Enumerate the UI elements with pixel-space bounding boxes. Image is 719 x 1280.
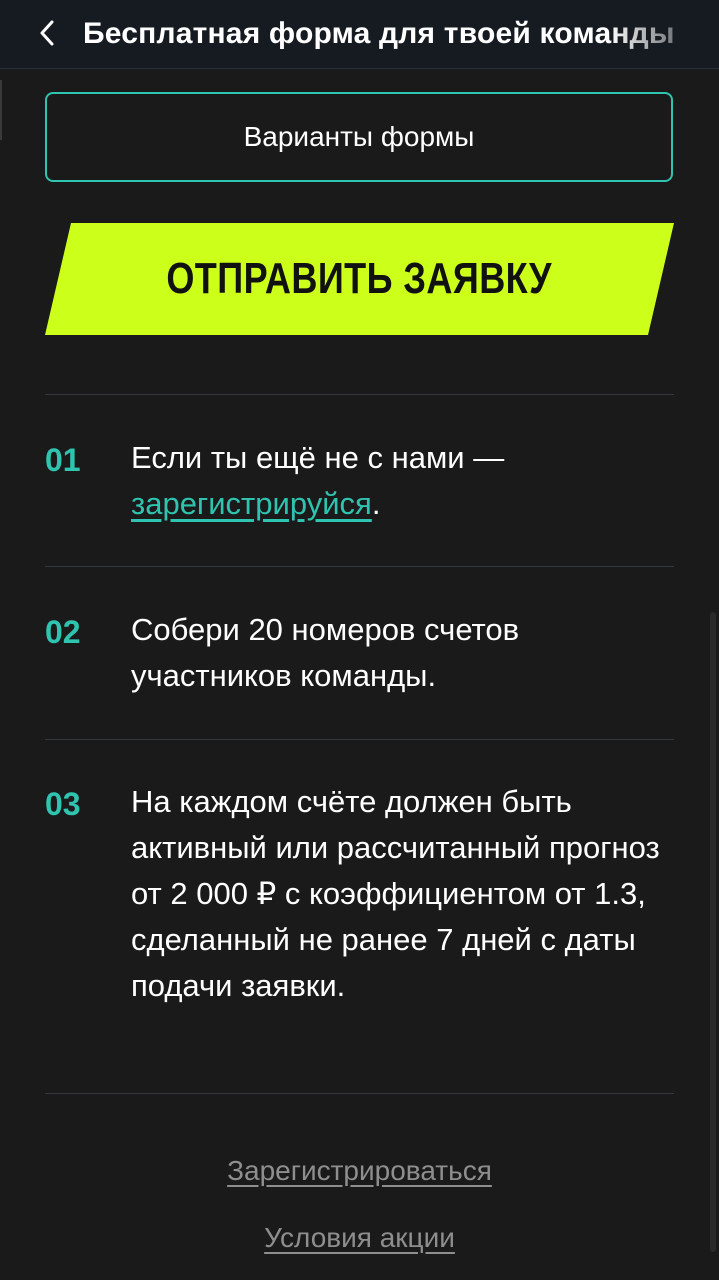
step-text-before: Если ты ещё не с нами —: [131, 440, 505, 475]
form-variants-button[interactable]: Варианты формы: [45, 92, 673, 182]
divider: [45, 739, 674, 740]
step-number: 01: [45, 442, 81, 478]
top-bar: Бесплатная форма для твоей команды: [0, 0, 719, 69]
chevron-left-icon: [40, 20, 54, 46]
register-inline-link[interactable]: зарегистрируйся: [131, 486, 372, 521]
promo-terms-link[interactable]: Условия акции: [0, 1222, 719, 1254]
register-link[interactable]: Зарегистрироваться: [0, 1155, 719, 1187]
submit-application-button[interactable]: ОТПРАВИТЬ ЗАЯВКУ: [45, 223, 674, 335]
step-number: 02: [45, 614, 81, 650]
submit-button-label: ОТПРАВИТЬ ЗАЯВКУ: [166, 254, 553, 303]
step-number: 03: [45, 786, 81, 822]
step-text: На каждом счёте должен быть активный или…: [131, 784, 660, 1003]
back-button[interactable]: [34, 16, 60, 50]
title-fade: [609, 0, 719, 68]
divider: [45, 566, 674, 567]
divider: [45, 394, 674, 395]
divider: [45, 1093, 674, 1094]
step-text: Собери 20 номеров счетов участников кома…: [131, 612, 520, 693]
scrollbar[interactable]: [710, 612, 716, 1252]
edge-marker: [0, 80, 2, 140]
step-text: Если ты ещё не с нами — зарегистрируйся.: [131, 435, 661, 527]
step-text-after: .: [371, 486, 381, 521]
